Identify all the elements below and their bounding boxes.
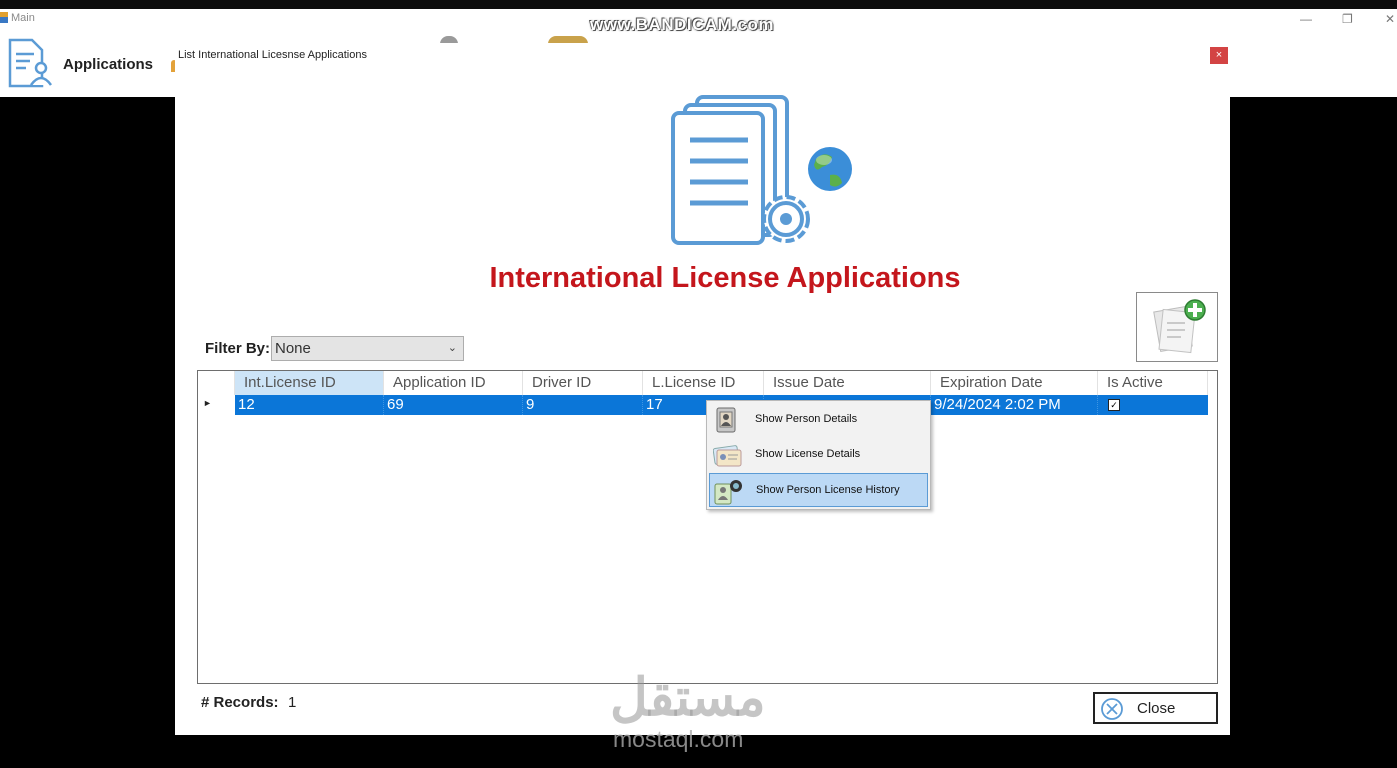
grid-header: Int.License ID Application ID Driver ID … bbox=[198, 371, 1208, 395]
close-button[interactable]: Close bbox=[1093, 692, 1218, 724]
is-active-checkbox[interactable]: ✓ bbox=[1108, 399, 1120, 411]
close-button-label: Close bbox=[1137, 700, 1176, 717]
person-history-icon bbox=[714, 480, 742, 505]
close-circle-icon bbox=[1101, 698, 1123, 720]
menu-item-show-person-details[interactable]: Show Person Details bbox=[709, 403, 928, 437]
menu-item-label: Show Person License History bbox=[756, 484, 900, 496]
dialog-title: List International Licesnse Applications bbox=[178, 49, 367, 61]
filter-by-label: Filter By: bbox=[205, 340, 271, 357]
column-header[interactable]: Driver ID bbox=[523, 371, 643, 395]
maximize-button[interactable]: ❐ bbox=[1342, 12, 1353, 26]
applications-menu[interactable]: Applications bbox=[63, 56, 153, 73]
license-card-icon bbox=[713, 445, 742, 467]
site-watermark-latin: mostaql.com bbox=[613, 726, 744, 752]
column-header[interactable]: Is Active bbox=[1098, 371, 1208, 395]
column-header[interactable]: L.License ID bbox=[643, 371, 764, 395]
cell-driver-id[interactable]: 9 bbox=[523, 395, 643, 415]
menu-item-show-person-license-history[interactable]: Show Person License History bbox=[709, 473, 928, 507]
current-row-arrow-icon: ► bbox=[203, 398, 212, 408]
add-document-icon bbox=[1153, 299, 1206, 354]
column-header[interactable]: Issue Date bbox=[764, 371, 931, 395]
site-watermark-arabic: مستقل bbox=[610, 669, 766, 727]
main-window-title: Main bbox=[11, 12, 35, 24]
person-card-icon bbox=[716, 407, 736, 433]
menu-item-label: Show Person Details bbox=[755, 413, 858, 425]
cell-is-active[interactable]: ✓ bbox=[1098, 395, 1208, 415]
international-applications-icon bbox=[671, 95, 852, 245]
add-application-button[interactable] bbox=[1136, 292, 1218, 362]
menu-item-show-license-details[interactable]: Show License Details bbox=[709, 438, 928, 472]
minimize-button[interactable]: — bbox=[1300, 12, 1312, 26]
records-count: 1 bbox=[288, 694, 297, 711]
cell-expiration-date[interactable]: 9/24/2024 2:02 PM bbox=[931, 395, 1098, 415]
recorder-watermark: www.BANDICAM.com bbox=[590, 15, 774, 34]
row-selector[interactable]: ► bbox=[198, 395, 235, 415]
filter-selected-value: None bbox=[275, 340, 311, 357]
menu-item-label: Show License Details bbox=[755, 448, 861, 460]
row-header-corner bbox=[198, 371, 235, 395]
column-header[interactable]: Expiration Date bbox=[931, 371, 1098, 395]
cell-application-id[interactable]: 69 bbox=[384, 395, 523, 415]
column-header[interactable]: Int.License ID bbox=[235, 371, 384, 395]
row-context-menu: Show Person Details Show License Details… bbox=[706, 400, 931, 510]
records-label: # Records: bbox=[201, 694, 279, 711]
cell-int-license-id[interactable]: 12 bbox=[235, 395, 384, 415]
list-international-license-applications-dialog: List International Licesnse Applications… bbox=[175, 43, 1230, 735]
page-title: International License Applications bbox=[489, 262, 961, 294]
chevron-down-icon: ⌄ bbox=[447, 342, 457, 354]
filter-by-select[interactable]: None ⌄ bbox=[271, 336, 464, 361]
close-main-button[interactable]: ✕ bbox=[1385, 12, 1395, 26]
column-header[interactable]: Application ID bbox=[384, 371, 523, 395]
screen-top-bar bbox=[0, 0, 1397, 9]
app-icon bbox=[0, 12, 8, 23]
applications-icon[interactable] bbox=[6, 38, 54, 88]
dialog-close-button[interactable]: × bbox=[1210, 47, 1228, 64]
